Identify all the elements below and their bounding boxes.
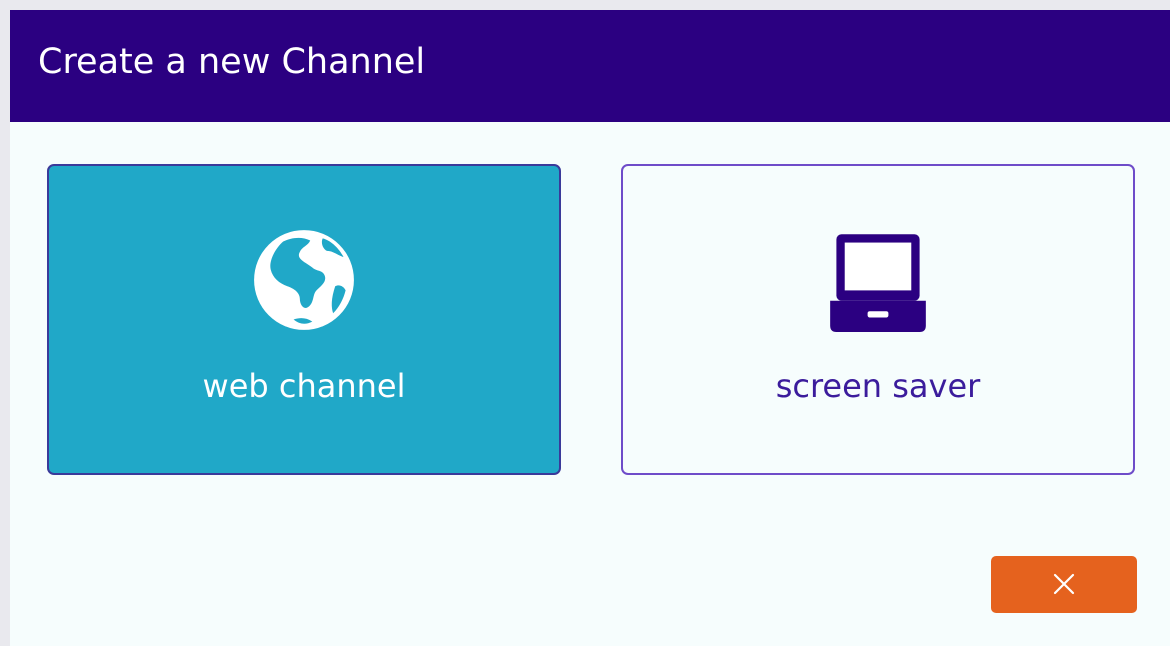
web-channel-option[interactable]: web channel (47, 164, 561, 475)
close-button[interactable] (991, 556, 1137, 613)
globe-icon (254, 230, 354, 330)
screen-saver-label: screen saver (775, 367, 981, 405)
web-channel-label: web channel (202, 367, 406, 405)
dialog-title: Create a new Channel (38, 42, 426, 82)
screen-saver-option[interactable]: screen saver (621, 164, 1135, 475)
dialog-header: Create a new Channel (10, 10, 1170, 122)
close-icon (1053, 573, 1075, 595)
laptop-icon (830, 234, 926, 332)
create-channel-dialog: Create a new Channel web channel screen … (10, 10, 1170, 646)
